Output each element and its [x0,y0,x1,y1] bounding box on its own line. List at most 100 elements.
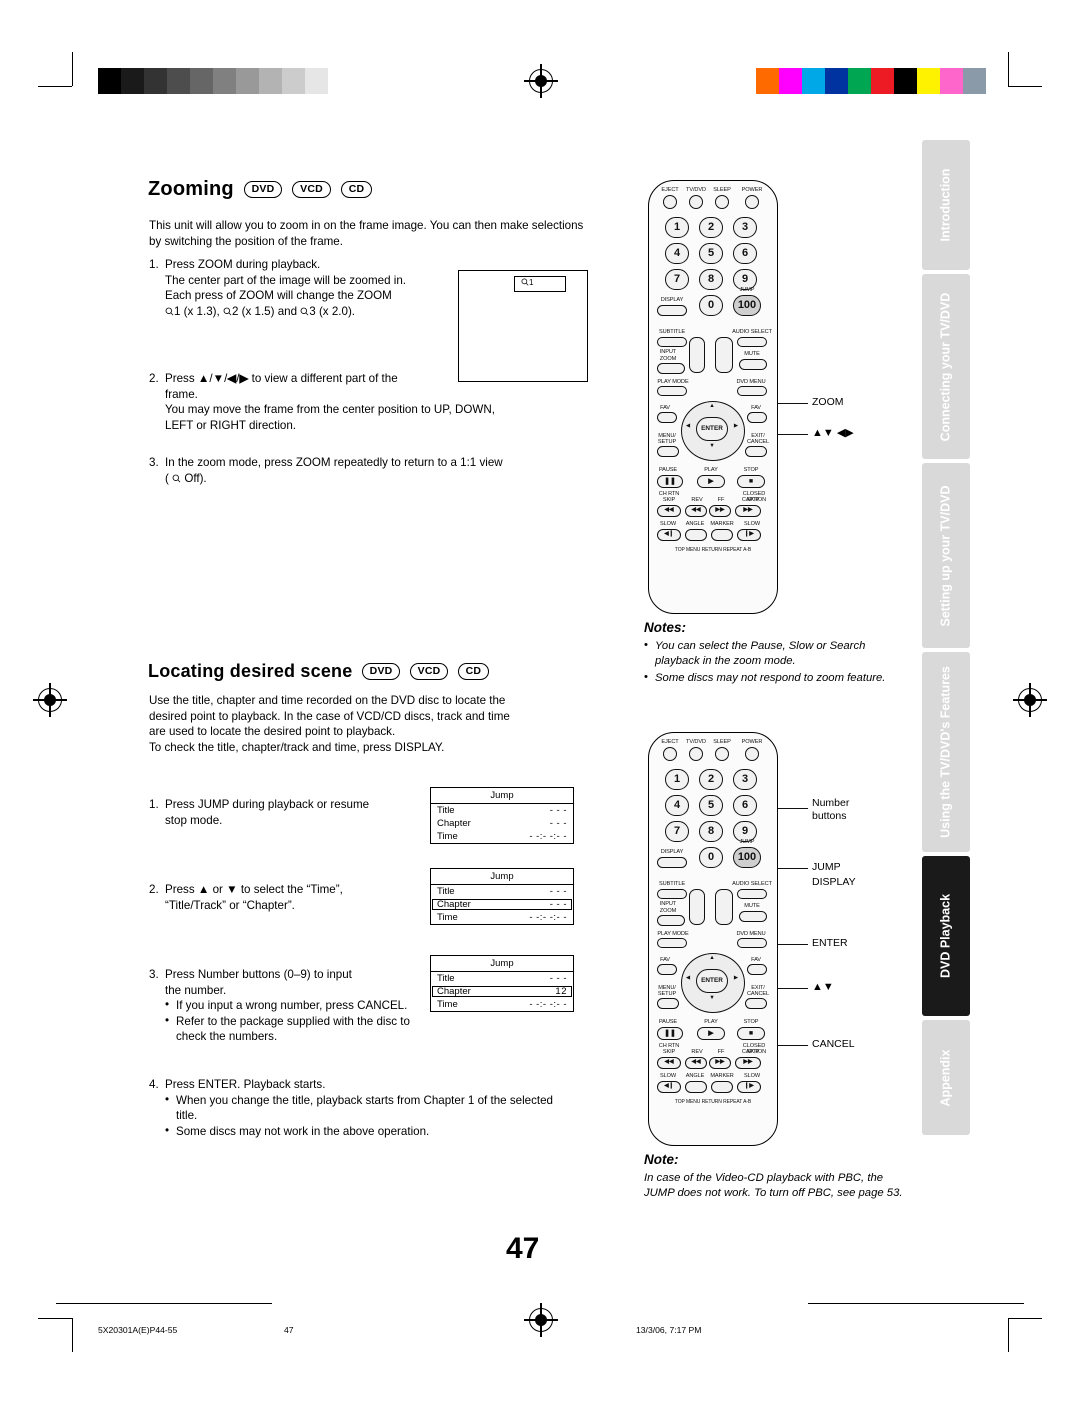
remote-button-audio-select[interactable] [737,889,767,899]
remote-button-slow-rev[interactable]: ◀❙ [657,1081,681,1093]
tab-appendix[interactable]: Appendix [922,1020,970,1135]
remote-button-num-2[interactable]: 2 [699,769,723,790]
remote-button-num-5[interactable]: 5 [699,243,723,264]
remote-button-play[interactable]: ▶ [697,1027,725,1040]
remote-button-exit-cancel[interactable] [745,446,767,457]
step-text: frame. [165,387,198,401]
remote-button-enter[interactable]: ENTER [696,969,728,993]
remote-button-rev[interactable]: ◀◀ [685,505,707,517]
callout-arrows: ▲▼ ◀▶ [812,427,854,439]
step-text: Press Number buttons (0–9) to input [165,968,352,981]
remote-button-slow-fwd[interactable]: ❙▶ [737,529,761,541]
remote-button-slow-rev[interactable]: ◀❙ [657,529,681,541]
remote-label-fav-left: FAV [660,405,670,411]
remote-label-pause: PAUSE [658,467,678,473]
remote-button-fav-right[interactable] [747,412,767,423]
remote-button-fav-left[interactable] [657,964,677,975]
remote-button-num-4[interactable]: 4 [665,795,689,816]
remote-button-menu-setup[interactable] [657,446,679,457]
remote-button-num-6[interactable]: 6 [733,795,757,816]
remote-button-num-1[interactable]: 1 [665,217,689,238]
remote-button-num-100[interactable]: 100 [733,847,761,868]
remote-button-slow-fwd[interactable]: ❙▶ [737,1081,761,1093]
remote-button-rev[interactable]: ◀◀ [685,1057,707,1069]
magnifier-icon [172,474,181,482]
remote-button-dvd-menu[interactable] [737,938,767,948]
tab-using-the-tvdvd-features[interactable]: Using the TV/DVD's Features [922,652,970,852]
remote-label-stop: STOP [743,1019,759,1025]
remote-button-skip-prev[interactable]: ◀◀ [657,505,681,517]
remote-button-vol-rocker[interactable] [715,889,733,925]
jump-table-2: Jump Title - - - Chapter - - - Time - -:- -… [430,868,574,925]
remote-button-power[interactable] [745,195,759,209]
remote-button-subtitle[interactable] [657,889,687,899]
zooming-intro: This unit will allow you to zoom in on t… [149,219,584,248]
remote-button-stop[interactable]: ■ [737,1027,765,1040]
remote-button-num-1[interactable]: 1 [665,769,689,790]
remote-button-ch-rocker[interactable] [689,889,705,925]
remote-button-num-0[interactable]: 0 [699,295,723,316]
remote-button-num-5[interactable]: 5 [699,795,723,816]
remote-button-skip-next[interactable]: ▶▶ [735,1057,761,1069]
remote-button-tvdvd[interactable] [689,195,703,209]
remote-button-ff[interactable]: ▶▶ [709,1057,731,1069]
remote-button-power[interactable] [745,747,759,761]
remote-button-num-3[interactable]: 3 [733,217,757,238]
remote-button-num-0[interactable]: 0 [699,847,723,868]
remote-button-eject[interactable] [663,195,677,209]
callout-leader [776,1045,808,1046]
remote-button-sleep[interactable] [715,195,729,209]
tab-introduction[interactable]: Introduction [922,140,970,270]
remote-button-num-3[interactable]: 3 [733,769,757,790]
remote-button-num-6[interactable]: 6 [733,243,757,264]
remote-button-fav-left[interactable] [657,412,677,423]
remote-button-pause[interactable]: ❚❚ [657,1027,683,1040]
remote-button-num-100[interactable]: 100 [733,295,761,316]
page-number: 47 [506,1232,540,1265]
remote-button-exit-cancel[interactable] [745,998,767,1009]
remote-button-num-4[interactable]: 4 [665,243,689,264]
remote-button-tvdvd[interactable] [689,747,703,761]
remote-button-angle[interactable] [685,1081,707,1093]
remote-button-audio-select[interactable] [737,337,767,347]
remote-button-sleep[interactable] [715,747,729,761]
remote-button-vol-rocker[interactable] [715,337,733,373]
remote-button-num-8[interactable]: 8 [699,269,723,290]
remote-button-pause[interactable]: ❚❚ [657,475,683,488]
remote-button-mute[interactable] [739,911,767,922]
remote-button-skip-next[interactable]: ▶▶ [735,505,761,517]
remote-button-angle[interactable] [685,529,707,541]
remote-button-marker[interactable] [711,529,733,541]
remote-button-num-8[interactable]: 8 [699,821,723,842]
remote-label-input: INPUT [659,349,677,355]
remote-button-ff[interactable]: ▶▶ [709,505,731,517]
remote-button-eject[interactable] [663,747,677,761]
remote-label-menu-setup2: SETUP [657,439,677,445]
remote-label-dpad-left: ◀ [685,423,691,429]
remote-button-ch-rocker[interactable] [689,337,705,373]
remote-button-dvd-menu[interactable] [737,386,767,396]
remote-button-fav-right[interactable] [747,964,767,975]
remote-button-menu-setup[interactable] [657,998,679,1009]
remote-button-mute[interactable] [739,359,767,370]
remote-button-play-mode[interactable] [657,938,687,948]
remote-button-skip-prev[interactable]: ◀◀ [657,1057,681,1069]
remote-button-stop[interactable]: ■ [737,475,765,488]
remote-label-dpad-left: ◀ [685,975,691,981]
remote-button-zoom[interactable] [657,915,685,926]
remote-button-num-7[interactable]: 7 [665,269,689,290]
remote-button-display[interactable] [657,857,687,868]
remote-label-eject: EJECT [661,739,679,745]
remote-button-play-mode[interactable] [657,386,687,396]
remote-button-play[interactable]: ▶ [697,475,725,488]
remote-button-subtitle[interactable] [657,337,687,347]
remote-button-num-7[interactable]: 7 [665,821,689,842]
remote-button-display[interactable] [657,305,687,316]
tab-setting-up-your-tvdvd[interactable]: Setting up your TV/DVD [922,463,970,648]
tab-dvd-playback[interactable]: DVD Playback [922,856,970,1016]
remote-button-marker[interactable] [711,1081,733,1093]
remote-button-enter[interactable]: ENTER [696,417,728,441]
remote-button-zoom[interactable] [657,363,685,374]
tab-connecting-your-tvdvd[interactable]: Connecting your TV/DVD [922,274,970,459]
remote-button-num-2[interactable]: 2 [699,217,723,238]
